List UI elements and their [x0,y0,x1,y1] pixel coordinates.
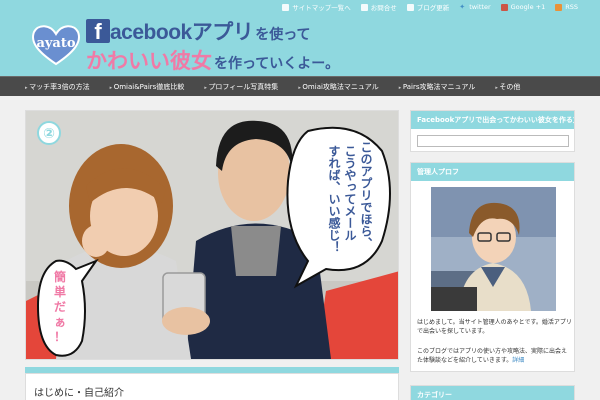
header-title-line-2: かわいい彼女 を作っていくよー。 [86,45,339,75]
profile-avatar [431,187,556,311]
rss-icon [555,3,563,11]
google-plus-icon [500,3,508,11]
top-link-google-plus[interactable]: Google +1 [500,2,545,12]
home-icon [282,3,290,11]
logo-text: ayato [36,36,76,51]
nav-item-match-rate[interactable]: マッチ率3倍の方法 [25,82,89,92]
bubble-right-line-3: すれば、いい感じ！ [327,145,341,253]
bubble-left-char-3: だ [54,300,66,314]
bubble-left-char-1: 簡 [54,269,66,284]
mail-icon [360,3,368,11]
main-nav: マッチ率3倍の方法 Omiai&Pairs徹底比較 プロフィール写真特集 Omi… [0,76,600,96]
profile-text-1: はじめまして。当サイト管理人のあやとです。婚活アプリで出会いを探しています。 [417,319,572,335]
top-link-blog[interactable]: ブログ更新 [406,2,449,12]
nav-item-other[interactable]: その他 [495,82,520,92]
title-facebook-app: acebookアプリ [110,21,254,44]
widget-title-category: カテゴリー [411,386,574,400]
nav-item-omiai-pairs[interactable]: Omiai&Pairs徹底比較 [110,82,185,92]
nav-item-pairs-manual[interactable]: Pairs攻略法マニュアル [399,82,475,92]
facebook-f-icon: f [86,19,110,44]
top-link-rss[interactable]: RSS [555,2,578,12]
bubble-left-char-5: ！ [54,330,66,344]
note-icon [406,3,414,11]
bubble-right-line-1: このアプリでほら、 [359,141,373,249]
hero-number: ② [43,126,55,142]
bubble-left-char-4: ぁ [54,315,66,329]
title-kawaii-kanojo: かわいい彼女 [86,50,212,73]
title-tsukutte-iku: を作っていくよー。 [214,55,340,71]
bubble-right-line-2: こうやってメール [343,145,357,241]
widget-title-profile: 管理人プロフ [411,163,574,181]
bubble-left-char-2: 単 [54,284,66,299]
top-link-sitemap[interactable]: サイトマップ一覧へ [282,2,351,12]
search-input[interactable] [417,135,569,147]
sidebar-category-widget: カテゴリー [410,385,575,400]
top-link-contact[interactable]: お問合せ [360,2,397,12]
nav-item-omiai-manual[interactable]: Omiai攻略法マニュアル [298,82,378,92]
hero-photo: ② このアプリでほら、 こうやってメール すれば、いい感じ！ 簡 単 だ ぁ ！ [26,111,398,359]
article-card: はじめに・自己紹介 [25,373,399,400]
site-header: サイトマップ一覧へ お問合せ ブログ更新 ✦ twitter Google +1 … [0,0,600,76]
sidebar-search-widget: Facebookアプリで出会ってかわいい彼女を作る方法 [410,110,575,152]
twitter-icon: ✦ [459,2,466,11]
top-links: サイトマップ一覧へ お問合せ ブログ更新 ✦ twitter Google +1 … [282,2,578,12]
header-title-line-1: f acebookアプリ を使って [86,16,311,46]
profile-text-2: このブログではアプリの使い方や攻略法、実際に出会えた体験談などを紹介していきます… [417,348,568,364]
article-title[interactable]: はじめに・自己紹介 [34,384,124,399]
site-logo[interactable]: ayato [28,22,84,66]
top-link-twitter[interactable]: ✦ twitter [459,2,490,12]
profile-link[interactable]: 詳細 [512,357,524,364]
hero-card: ② このアプリでほら、 こうやってメール すれば、いい感じ！ 簡 単 だ ぁ ！ [25,110,399,360]
widget-title-site: Facebookアプリで出会ってかわいい彼女を作る方法 [411,111,574,129]
nav-item-profile-photo[interactable]: プロフィール写真特集 [204,82,278,92]
title-wo-tsukatte: を使って [255,25,311,42]
sidebar-profile-widget: 管理人プロフ はじめまして。当サイト管理人のあやとです。婚活アプリで出会いを探し… [410,162,575,372]
